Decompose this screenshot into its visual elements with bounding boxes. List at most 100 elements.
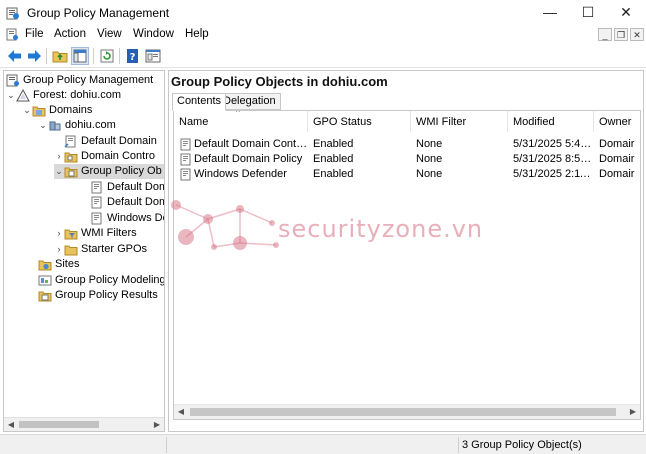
expand-chevron-icon[interactable]: ⌄ [54,164,64,179]
mdi-restore-button[interactable]: ❐ [614,28,628,41]
scroll-thumb[interactable] [19,421,99,428]
collapsed-chevron-icon[interactable]: › [54,149,64,164]
results-icon [38,289,52,302]
folder-up-icon[interactable] [51,47,69,65]
help-icon[interactable]: ? [124,47,142,65]
scroll-right-arrow-icon[interactable]: ▶ [626,405,640,419]
window-title: Group Policy Management [27,6,170,20]
sites-icon [38,258,52,271]
tree-label: Sites [55,258,80,270]
cell-wmi: None [416,168,443,180]
column-header-owner[interactable]: Owner [594,111,640,132]
console-menu-icon[interactable] [6,28,19,41]
tree-horizontal-scrollbar[interactable]: ◀ ▶ [4,417,164,431]
expand-chevron-icon[interactable]: ⌄ [38,118,48,133]
table-row[interactable]: Windows Defender Enabled None 5/31/2025 … [174,167,640,182]
collapsed-chevron-icon[interactable]: › [54,242,64,257]
list-horizontal-scrollbar[interactable]: ◀ ▶ [174,404,640,419]
show-hide-tree-icon[interactable] [71,47,89,65]
scroll-right-arrow-icon[interactable]: ▶ [150,418,164,431]
toolbar: ? [0,44,646,68]
tree-label: Forest: dohiu.com [33,89,122,101]
menu-action[interactable]: Action [54,28,86,40]
gpo-document-icon [90,196,104,209]
mdi-minimize-button[interactable]: _ [598,28,612,41]
properties-icon[interactable] [144,47,162,65]
cell-owner: Domair [599,138,635,150]
tree-item-group-policy-results[interactable]: Group Policy Results [38,288,158,303]
maximize-button[interactable]: ☐ [568,0,608,26]
toolbar-separator [93,48,94,64]
tree-item-wmi-filters[interactable]: › WMI Filters [54,226,137,241]
tree-item-domain-dohiu[interactable]: ⌄ dohiu.com [38,118,116,133]
ou-folder-icon [64,150,78,163]
gpo-document-icon [90,181,104,194]
tree-item-starter-gpos[interactable]: › Starter GPOs [54,242,147,257]
wmi-filter-folder-icon [64,227,78,240]
forward-arrow-icon[interactable] [25,47,43,65]
tree-item-group-policy-management[interactable]: Group Policy Management [6,73,153,88]
tree-item-sites[interactable]: Sites [38,257,79,272]
cell-name: Default Domain Policy [194,153,303,165]
details-pane: Group Policy Objects in dohiu.com Conten… [168,70,644,432]
cell-modified: 5/31/2025 2:11:... [513,168,593,180]
tree-item-gpo-windows-defender[interactable]: Windows De [90,211,164,226]
tree-label: Default Dom [107,196,165,208]
expand-chevron-icon[interactable]: ⌄ [22,103,32,118]
tree-label: Domain Contro [81,150,155,162]
cell-status: Enabled [313,153,354,165]
menu-file[interactable]: File [25,28,44,40]
mdi-close-button[interactable]: ✕ [630,28,644,41]
tab-delegation[interactable]: Delegation [218,93,281,110]
tree-item-group-policy-objects[interactable]: ⌄ Group Policy Ob [54,164,164,179]
gpo-document-icon [90,212,104,225]
title-bar: Group Policy Management — ☐ ✕ [0,0,646,26]
tree-item-domain-controllers[interactable]: › Domain Contro [54,149,155,164]
tree-item-gpo-default-domain-policy[interactable]: Default Dom [90,195,165,210]
status-text: 3 Group Policy Object(s) [458,437,644,453]
cell-wmi: None [416,138,443,150]
page-title: Group Policy Objects in dohiu.com [171,74,388,89]
column-header-gpo-status[interactable]: GPO Status [308,111,411,132]
cell-modified: 5/31/2025 8:57:... [513,153,593,165]
cell-status: Enabled [313,168,354,180]
starter-gpo-folder-icon [64,243,78,256]
tree-label: dohiu.com [65,119,116,131]
tree-label: Group Policy Ob [81,165,162,177]
tree-item-group-policy-modeling[interactable]: Group Policy Modeling [38,273,164,288]
collapsed-chevron-icon[interactable]: › [54,226,64,241]
table-row[interactable]: Default Domain Policy Enabled None 5/31/… [174,152,640,167]
menu-view[interactable]: View [97,28,122,40]
tree-item-gpo-default-domain-controllers[interactable]: Default Dom [90,180,164,195]
column-header-wmi-filter[interactable]: WMI Filter [411,111,508,132]
tree-label: Group Policy Management [23,74,154,86]
tab-contents[interactable]: Contents [172,93,227,111]
tree-item-default-domain-policy-link[interactable]: Default Domain [64,134,157,149]
table-row[interactable]: Default Domain Controller... Enabled Non… [174,137,640,152]
cell-wmi: None [416,153,443,165]
tree-item-domains[interactable]: ⌄ Domains [22,103,92,118]
scroll-thumb[interactable] [190,408,616,416]
tree-item-forest[interactable]: ⌄ Forest: dohiu.com [6,88,121,103]
column-header-modified[interactable]: Modified [508,111,594,132]
minimize-button[interactable]: — [530,0,570,26]
modeling-icon [38,274,52,287]
gpo-list-view: ^ Name GPO Status WMI Filter Modified Ow… [173,110,641,420]
menu-help[interactable]: Help [185,28,209,40]
cell-name: Windows Defender [194,168,287,180]
close-button[interactable]: ✕ [606,0,646,26]
tree-label: WMI Filters [81,227,137,239]
scroll-left-arrow-icon[interactable]: ◀ [174,405,188,419]
tree-label: Domains [49,104,93,116]
status-bar: 3 Group Policy Object(s) [0,434,646,454]
scroll-left-arrow-icon[interactable]: ◀ [4,418,18,431]
expand-chevron-icon[interactable]: ⌄ [6,88,16,103]
gpo-document-icon [179,153,192,166]
menu-window[interactable]: Window [133,28,174,40]
refresh-icon[interactable] [98,47,116,65]
back-arrow-icon[interactable] [6,47,24,65]
toolbar-separator [119,48,120,64]
cell-status: Enabled [313,138,354,150]
domain-icon [48,119,62,132]
column-header-name[interactable]: Name [174,111,308,132]
